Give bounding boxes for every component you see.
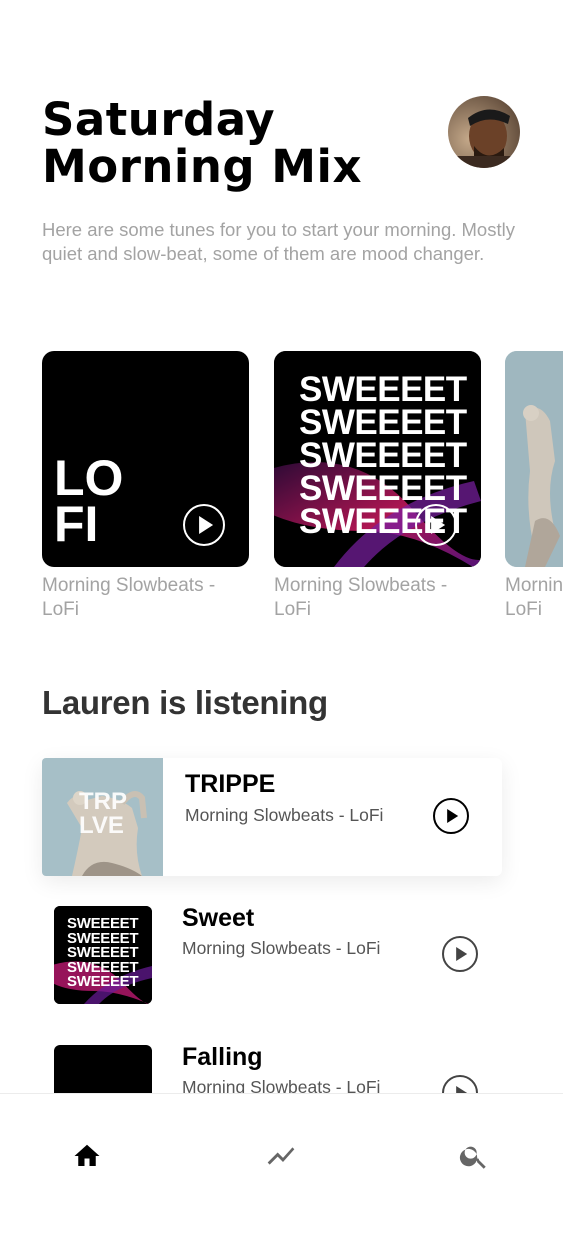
page-title-line2: Morning Mix: [42, 140, 362, 193]
nav-home[interactable]: [71, 1140, 103, 1172]
track-thumbnail: SWEEEET SWEEEET SWEEEET SWEEEET SWEEEET: [54, 906, 152, 1004]
playlist-caption: Morning Slowbeats - LoFi: [42, 575, 216, 620]
nav-search[interactable]: [458, 1140, 490, 1172]
playlist-card-lofi[interactable]: LO FI Morning Slowbeats - LoFi: [42, 351, 249, 622]
page-title-line1: Saturday: [42, 93, 276, 146]
track-title: Falling: [182, 1043, 263, 1071]
cover-text: SWEEEET SWEEEET SWEEEET SWEEEET SWEEEET: [67, 915, 139, 990]
playlist-caption: Morning Slowbeats - LoFi: [274, 575, 448, 620]
bottom-navigation: [0, 1093, 563, 1236]
playlist-cover: SWEEEET SWEEEET SWEEEET SWEEEET SWEEEET: [274, 351, 481, 567]
track-title: TRIPPE: [185, 770, 276, 798]
playlist-cover: LO FI: [42, 351, 249, 567]
track-row-featured[interactable]: TRP LVE TRIPPE Morning Slowbeats - LoFi: [42, 758, 502, 876]
trending-icon: [267, 1147, 295, 1165]
app-screen: Saturday Morning Mix Here are some tunes…: [0, 0, 563, 1236]
section-heading: Lauren is listening: [42, 684, 328, 721]
page-description: Here are some tunes for you to start you…: [42, 219, 515, 264]
search-icon: [459, 1146, 486, 1169]
play-circle-icon[interactable]: [183, 504, 225, 546]
playlist-cover: [505, 351, 563, 567]
track-row[interactable]: SWEEEET SWEEEET SWEEEET SWEEEET SWEEEET …: [0, 895, 563, 1015]
track-thumbnail: TRP LVE: [42, 758, 163, 876]
track-subtitle: Morning Slowbeats - LoFi: [185, 805, 384, 825]
playlist-card-sweet[interactable]: SWEEEET SWEEEET SWEEEET SWEEEET SWEEEET …: [274, 351, 481, 622]
track-title: Sweet: [182, 904, 255, 932]
play-circle-icon[interactable]: [442, 936, 478, 972]
play-circle-icon[interactable]: [415, 504, 457, 546]
cover-text: TRP LVE: [79, 788, 127, 839]
page-title: Saturday Morning Mix: [42, 96, 422, 190]
play-circle-icon[interactable]: [433, 798, 469, 834]
playlist-carousel[interactable]: LO FI Morning Slowbeats - LoFi SWEEEET S…: [42, 351, 563, 631]
nav-trending[interactable]: [265, 1140, 297, 1172]
playlist-caption: Morning Slowbeats - LoFi: [505, 575, 563, 620]
playlist-card-statue[interactable]: Morning Slowbeats - LoFi: [505, 351, 563, 622]
home-icon: [74, 1144, 100, 1166]
cover-text: LO FI: [54, 450, 124, 552]
user-avatar[interactable]: [448, 96, 520, 168]
track-subtitle: Morning Slowbeats - LoFi: [182, 938, 381, 958]
